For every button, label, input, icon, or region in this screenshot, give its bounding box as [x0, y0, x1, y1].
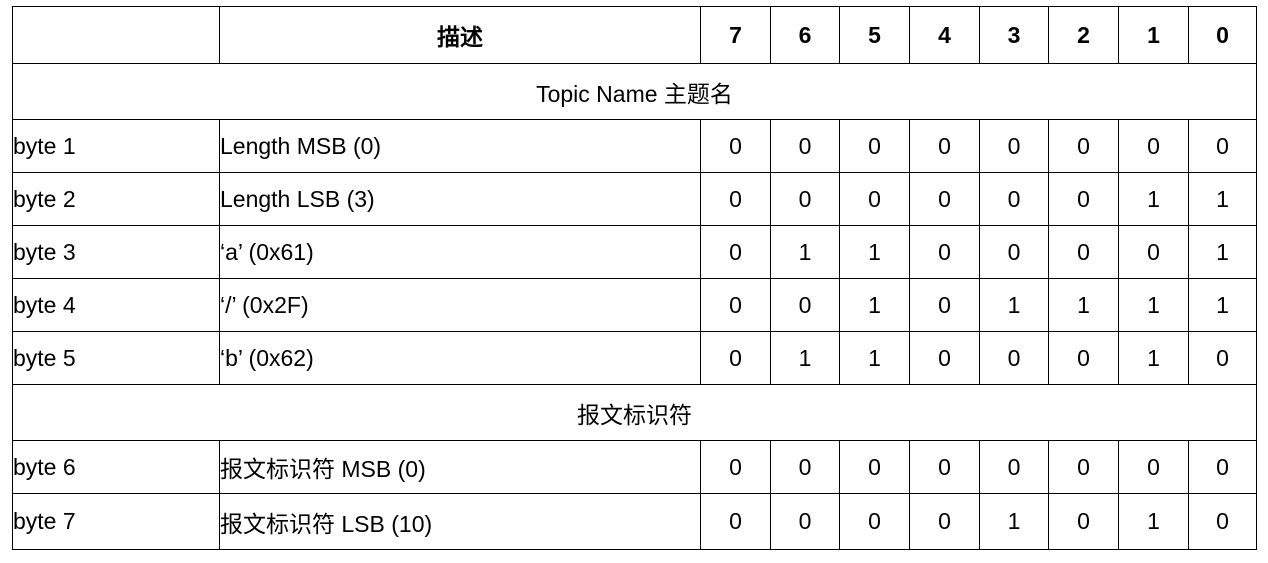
bit-value: 0 [1048, 493, 1119, 550]
bit-value: 0 [979, 119, 1049, 173]
header-row: 描述 7 6 5 4 3 2 1 0 [12, 6, 1257, 64]
table-row: byte 4 ‘/’ (0x2F) 0 0 1 0 1 1 1 1 [12, 278, 1257, 332]
table-row: byte 6 报文标识符 MSB (0) 0 0 0 0 0 0 0 0 [12, 440, 1257, 494]
bit-value: 1 [1118, 331, 1189, 385]
bit-layout-table: 描述 7 6 5 4 3 2 1 0 Topic Name 主题名 byte 1… [12, 6, 1257, 550]
table-row: byte 1 Length MSB (0) 0 0 0 0 0 0 0 0 [12, 119, 1257, 173]
header-bit-7: 7 [700, 6, 771, 64]
bit-value: 1 [839, 331, 910, 385]
byte-label: byte 5 [12, 331, 220, 385]
bit-value: 0 [1188, 440, 1257, 494]
bit-value: 0 [770, 278, 840, 332]
bit-value: 0 [909, 172, 980, 226]
bit-value: 0 [909, 225, 980, 279]
bit-value: 1 [770, 225, 840, 279]
bit-value: 0 [1048, 440, 1119, 494]
bit-value: 0 [1048, 331, 1119, 385]
bit-value: 0 [700, 225, 771, 279]
bit-value: 0 [909, 440, 980, 494]
bit-value: 0 [700, 440, 771, 494]
bit-value: 1 [1188, 172, 1257, 226]
section-title: 报文标识符 [12, 384, 1257, 441]
byte-description: ‘a’ (0x61) [219, 225, 701, 279]
bit-value: 0 [979, 172, 1049, 226]
bit-value: 0 [839, 493, 910, 550]
byte-description: Length LSB (3) [219, 172, 701, 226]
bit-value: 1 [979, 278, 1049, 332]
bit-value: 1 [1188, 278, 1257, 332]
table-row: byte 2 Length LSB (3) 0 0 0 0 0 0 1 1 [12, 172, 1257, 226]
bit-value: 0 [909, 119, 980, 173]
table-row: byte 3 ‘a’ (0x61) 0 1 1 0 0 0 0 1 [12, 225, 1257, 279]
byte-label: byte 1 [12, 119, 220, 173]
bit-value: 0 [1048, 172, 1119, 226]
bit-value: 0 [979, 225, 1049, 279]
bit-value: 1 [1118, 493, 1189, 550]
bit-value: 0 [700, 119, 771, 173]
table-row: byte 5 ‘b’ (0x62) 0 1 1 0 0 0 1 0 [12, 331, 1257, 385]
byte-description: 报文标识符 LSB (10) [219, 493, 701, 550]
byte-label: byte 3 [12, 225, 220, 279]
byte-label: byte 7 [12, 493, 220, 550]
bit-value: 0 [979, 440, 1049, 494]
byte-label: byte 6 [12, 440, 220, 494]
header-bit-6: 6 [770, 6, 840, 64]
table-row: byte 7 报文标识符 LSB (10) 0 0 0 0 1 0 1 0 [12, 493, 1257, 550]
bit-value: 0 [770, 493, 840, 550]
byte-description: Length MSB (0) [219, 119, 701, 173]
bit-value: 1 [1118, 172, 1189, 226]
bit-value: 0 [770, 119, 840, 173]
header-bit-1: 1 [1118, 6, 1189, 64]
bit-value: 0 [979, 331, 1049, 385]
header-bit-2: 2 [1048, 6, 1119, 64]
bit-value: 0 [839, 440, 910, 494]
header-bit-0: 0 [1188, 6, 1257, 64]
section-row-topic-name: Topic Name 主题名 [12, 63, 1257, 120]
header-description: 描述 [219, 6, 701, 64]
bit-value: 1 [1118, 278, 1189, 332]
bit-value: 0 [1188, 493, 1257, 550]
bit-value: 0 [1048, 119, 1119, 173]
bit-value: 1 [770, 331, 840, 385]
bit-value: 0 [700, 493, 771, 550]
bit-value: 0 [770, 172, 840, 226]
header-bit-4: 4 [909, 6, 980, 64]
bit-value: 1 [1188, 225, 1257, 279]
section-row-packet-identifier: 报文标识符 [12, 384, 1257, 441]
bit-value: 0 [1188, 119, 1257, 173]
byte-label: byte 2 [12, 172, 220, 226]
bit-value: 0 [1118, 440, 1189, 494]
bit-value: 1 [1048, 278, 1119, 332]
bit-value: 0 [1188, 331, 1257, 385]
header-blank-cell [12, 6, 220, 64]
byte-description: ‘b’ (0x62) [219, 331, 701, 385]
bit-value: 0 [1118, 225, 1189, 279]
bit-value: 0 [1118, 119, 1189, 173]
bit-value: 0 [839, 172, 910, 226]
byte-description: ‘/’ (0x2F) [219, 278, 701, 332]
bit-value: 1 [979, 493, 1049, 550]
byte-label: byte 4 [12, 278, 220, 332]
header-bit-3: 3 [979, 6, 1049, 64]
bit-value: 0 [1048, 225, 1119, 279]
bit-value: 0 [909, 278, 980, 332]
bit-value: 0 [770, 440, 840, 494]
bit-value: 0 [909, 493, 980, 550]
header-bit-5: 5 [839, 6, 910, 64]
bit-value: 1 [839, 278, 910, 332]
bit-value: 0 [700, 172, 771, 226]
bit-value: 1 [839, 225, 910, 279]
byte-description: 报文标识符 MSB (0) [219, 440, 701, 494]
bit-value: 0 [700, 331, 771, 385]
bit-value: 0 [700, 278, 771, 332]
section-title: Topic Name 主题名 [12, 63, 1257, 120]
bit-value: 0 [839, 119, 910, 173]
bit-value: 0 [909, 331, 980, 385]
